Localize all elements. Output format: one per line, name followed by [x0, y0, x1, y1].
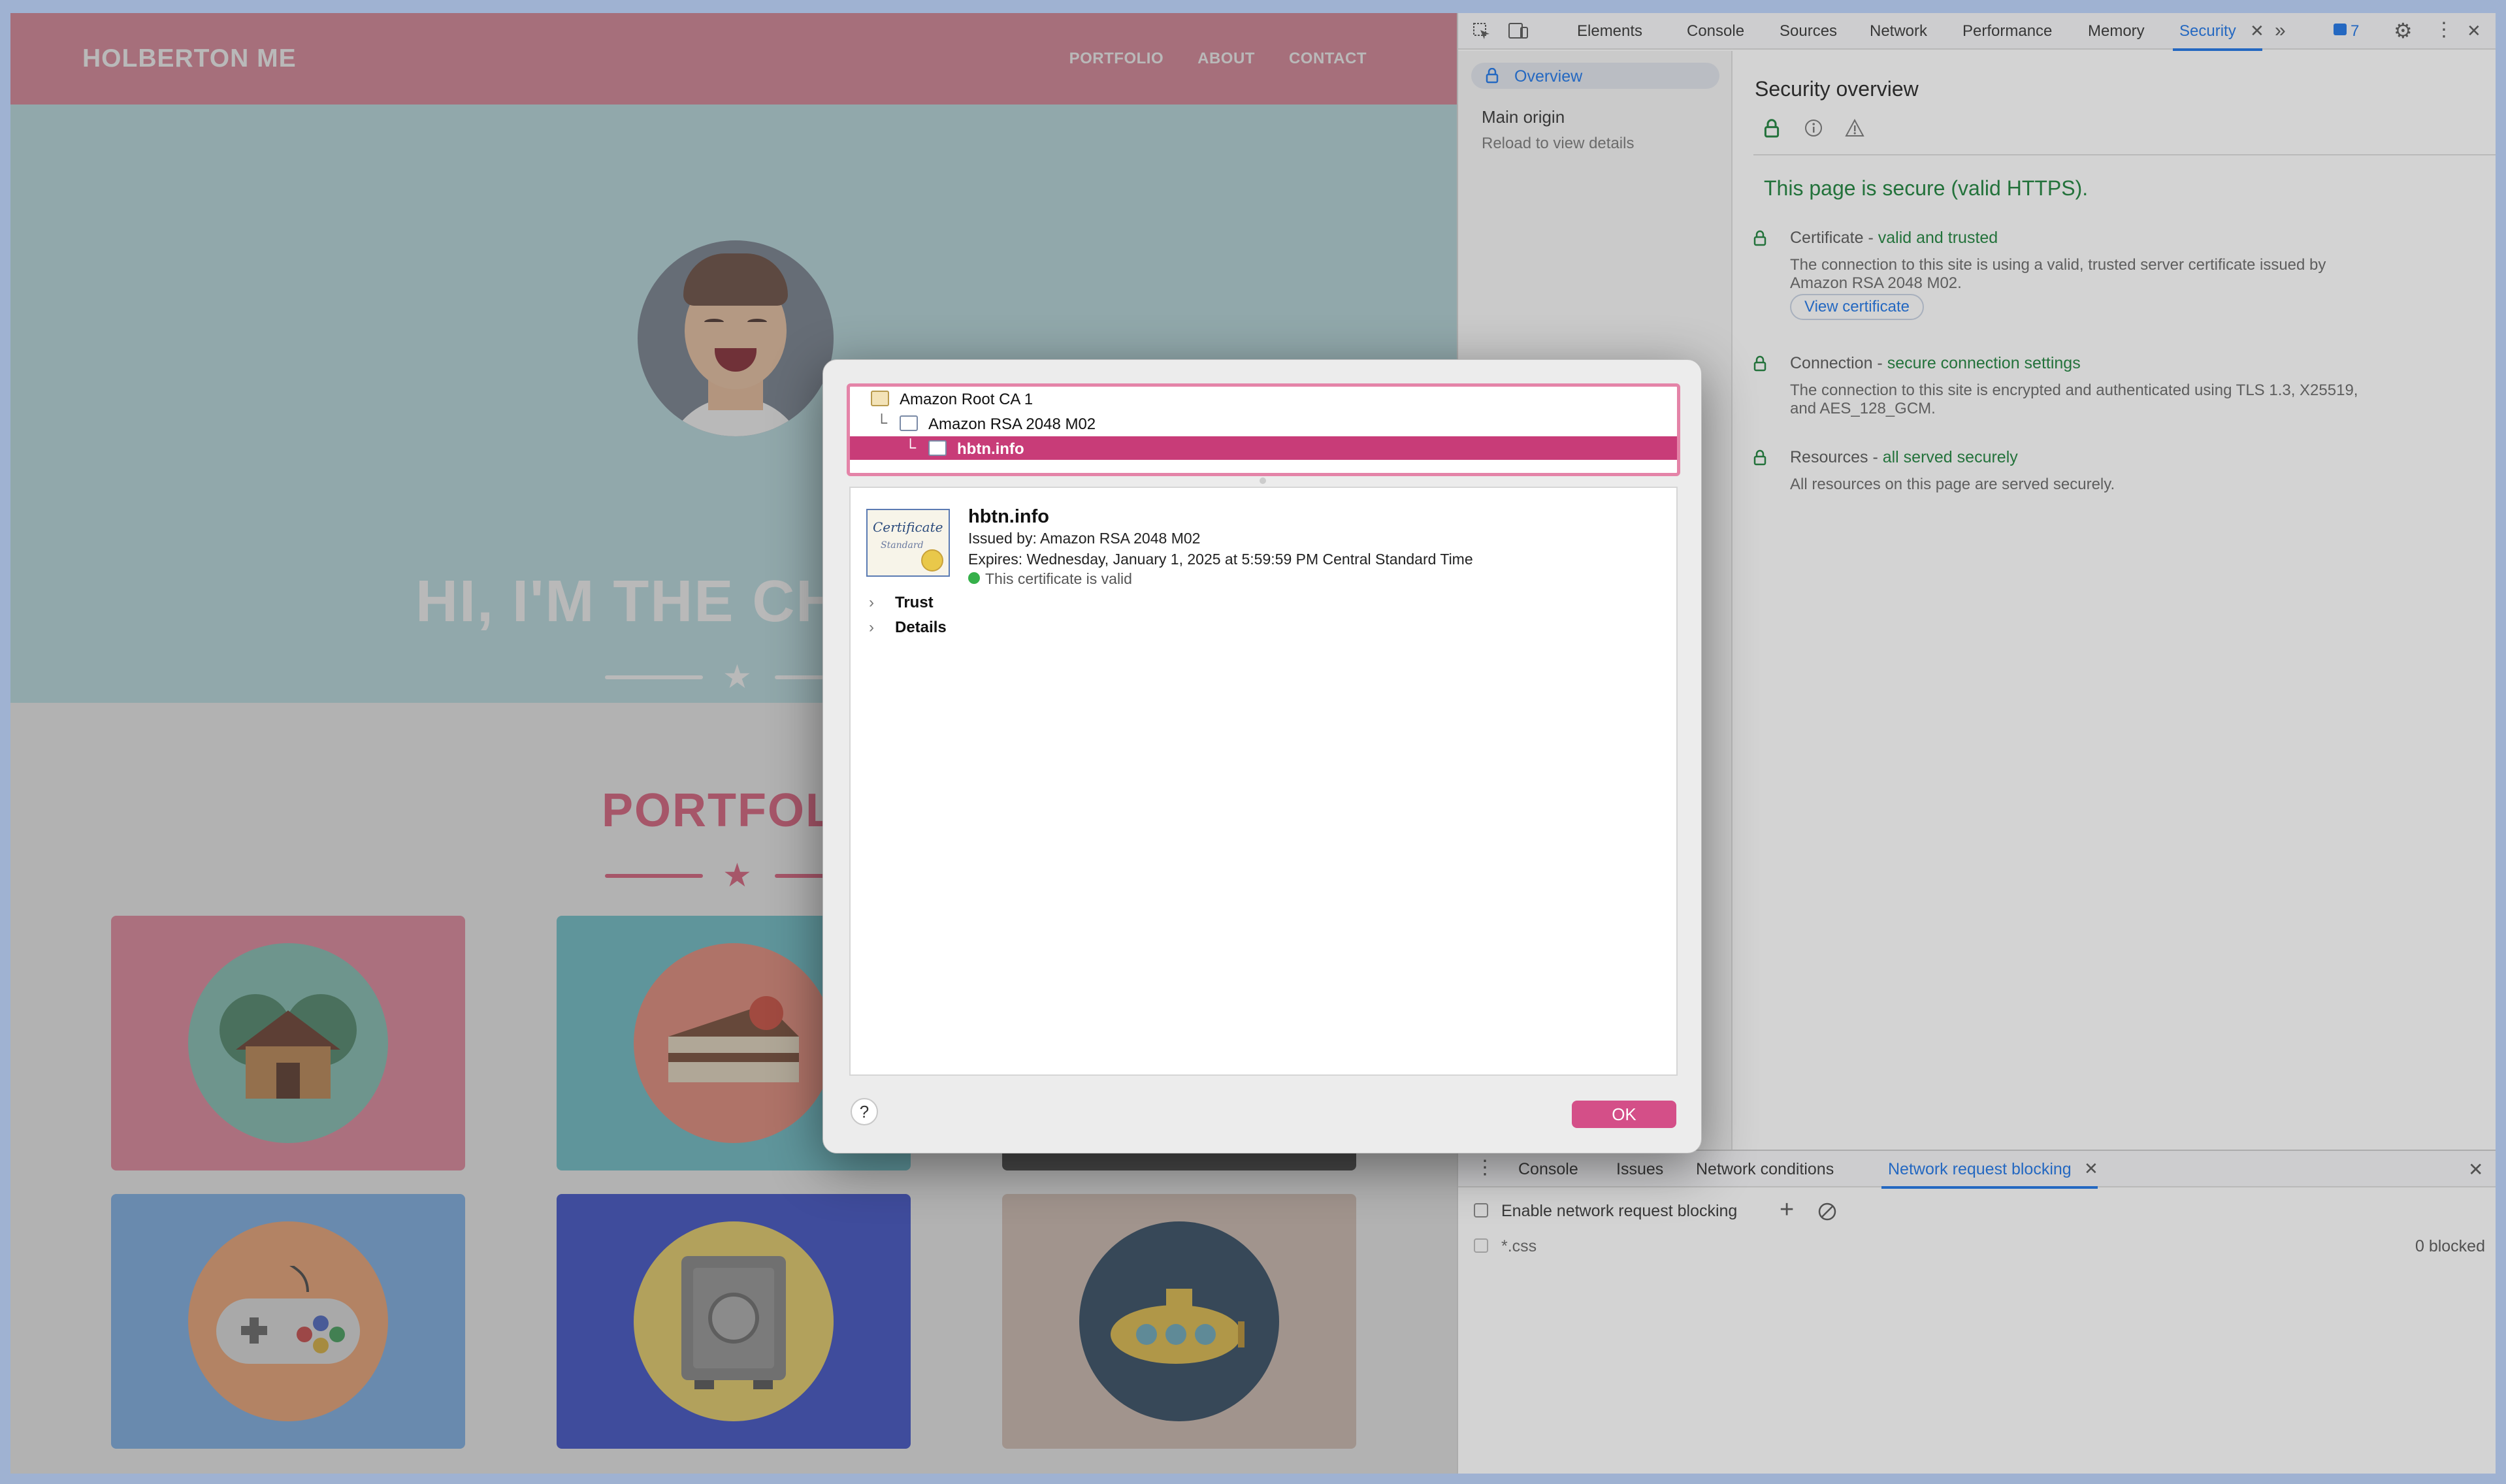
certificate-chain: Amazon Root CA 1 └ Amazon RSA 2048 M02 └… [847, 383, 1680, 476]
certificate-valid-status: This certificate is valid [968, 570, 1132, 588]
help-button[interactable]: ? [851, 1098, 878, 1125]
chain-item-label: Amazon Root CA 1 [900, 391, 1033, 408]
details-disclosure[interactable]: › Details [869, 619, 947, 637]
certificate-icon [900, 415, 918, 431]
certificate-expiry: Expires: Wednesday, January 1, 2025 at 5… [968, 551, 1473, 568]
browser-window: HOLBERTON ME PORTFOLIO ABOUT CONTACT HI,… [10, 13, 2496, 1474]
chain-item-root[interactable]: Amazon Root CA 1 [850, 387, 1677, 410]
chain-item-intermediate[interactable]: └ Amazon RSA 2048 M02 [850, 411, 1677, 435]
chevron-right-icon: › [869, 619, 874, 636]
root-certificate-icon [871, 391, 889, 406]
valid-check-icon [968, 572, 980, 584]
certificate-dialog: Amazon Root CA 1 └ Amazon RSA 2048 M02 └… [822, 359, 1702, 1153]
certificate-image: Certificate Standard [866, 509, 950, 577]
certificate-common-name: hbtn.info [968, 506, 1050, 527]
chain-item-leaf-selected[interactable]: └ hbtn.info [850, 436, 1677, 460]
certificate-details: Certificate Standard hbtn.info Issued by… [849, 487, 1678, 1076]
certificate-issuer: Issued by: Amazon RSA 2048 M02 [968, 530, 1201, 547]
chain-item-label: hbtn.info [957, 440, 1024, 458]
certificate-icon [928, 440, 947, 456]
chevron-right-icon: › [869, 594, 874, 611]
ok-button[interactable]: OK [1572, 1101, 1676, 1128]
chain-item-label: Amazon RSA 2048 M02 [928, 415, 1096, 433]
trust-disclosure[interactable]: › Trust [869, 594, 934, 612]
split-handle[interactable] [1260, 477, 1266, 484]
seal-icon [921, 549, 943, 572]
